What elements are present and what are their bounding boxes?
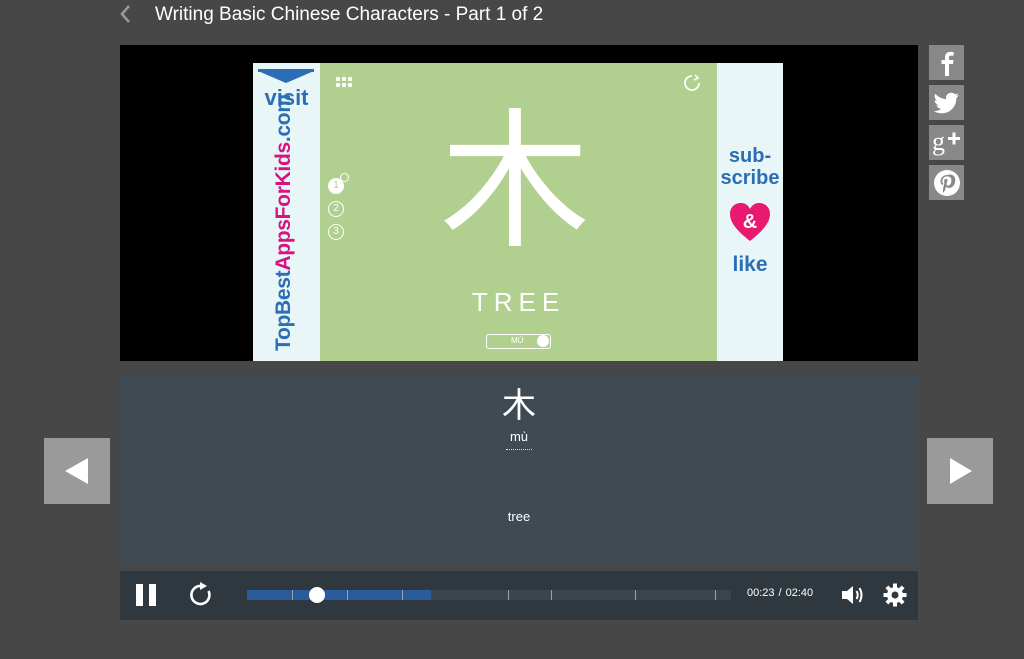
facebook-share-button[interactable] — [929, 45, 964, 80]
promo-site-part1: TopBest — [272, 270, 295, 351]
chapter-marker — [402, 590, 404, 600]
down-arrow-icon — [258, 71, 314, 83]
twitter-icon — [933, 92, 959, 113]
chapter-marker — [347, 590, 349, 600]
pinyin-toggle: MÙ — [486, 334, 551, 349]
chapter-marker — [635, 590, 637, 600]
chapter-marker — [550, 590, 552, 600]
triangle-left-icon — [65, 458, 88, 484]
promo-like-text: like — [732, 253, 768, 276]
promo-banner-left: visit TopBestAppsForKids.com — [253, 63, 320, 361]
promo-subscribe-text: sub- scribe — [717, 145, 783, 189]
twitter-share-button[interactable] — [929, 85, 964, 120]
google-plus-icon: g — [932, 128, 960, 156]
replay-icon[interactable] — [188, 582, 214, 608]
promo-banner-right: sub- scribe & like — [717, 63, 783, 361]
grid-menu-icon — [336, 77, 354, 89]
promo-site-part3: .com — [272, 94, 295, 143]
pinterest-icon — [933, 169, 960, 196]
progress-bar[interactable] — [247, 587, 731, 603]
previous-button[interactable] — [44, 438, 110, 504]
promo-site-name: TopBestAppsForKids.com — [272, 94, 296, 351]
chapter-marker — [715, 590, 717, 600]
volume-icon[interactable] — [840, 583, 866, 607]
time-separator: / — [778, 587, 782, 599]
step-indicator: 1 — [328, 173, 349, 194]
step-indicator: 2 — [328, 201, 344, 217]
current-time: 00:23 — [747, 587, 775, 599]
promo-site-part2: AppsForKids — [272, 142, 295, 271]
flashcard-character: 木 — [502, 386, 536, 426]
app-screen: 1 2 3 木 TREE MÙ — [320, 63, 717, 361]
pinyin-toggle-label: MÙ — [511, 336, 524, 345]
flashcard-panel: 木 mù tree — [120, 376, 918, 566]
triangle-right-icon — [950, 458, 972, 484]
app-character: 木 — [439, 96, 590, 270]
ampersand-text: & — [743, 211, 757, 233]
chevron-left-icon[interactable] — [116, 2, 136, 26]
duration: 02:40 — [785, 587, 814, 599]
refresh-icon — [682, 73, 702, 93]
pinterest-share-button[interactable] — [929, 165, 964, 200]
next-button[interactable] — [927, 438, 993, 504]
chapter-marker — [292, 590, 293, 600]
app-word: TREE — [471, 287, 566, 317]
chapter-marker — [508, 590, 510, 600]
time-display: 00:23/02:40 — [747, 587, 813, 599]
heart-icon: & — [728, 201, 772, 245]
promo-subscribe-line1: sub- — [728, 145, 772, 167]
flashcard-pinyin[interactable]: mù — [506, 429, 532, 450]
pause-icon[interactable] — [136, 584, 158, 608]
toggle-knob-icon — [537, 335, 549, 347]
facebook-icon — [941, 51, 954, 76]
svg-text:g: g — [932, 128, 945, 156]
progress-thumb[interactable] — [308, 587, 325, 603]
step-indicator: 3 — [328, 224, 344, 240]
gear-icon[interactable] — [883, 583, 907, 607]
header-bar: Writing Basic Chinese Characters - Part … — [0, 0, 1024, 32]
flashcard-meaning: tree — [507, 509, 531, 524]
promo-subscribe-line2: scribe — [720, 167, 780, 189]
stroke-step-list: 1 2 3 — [328, 173, 349, 247]
page-title: Writing Basic Chinese Characters - Part … — [155, 4, 544, 25]
google-plus-share-button[interactable]: g — [929, 125, 964, 160]
player-controls: 00:23/02:40 — [120, 571, 918, 620]
